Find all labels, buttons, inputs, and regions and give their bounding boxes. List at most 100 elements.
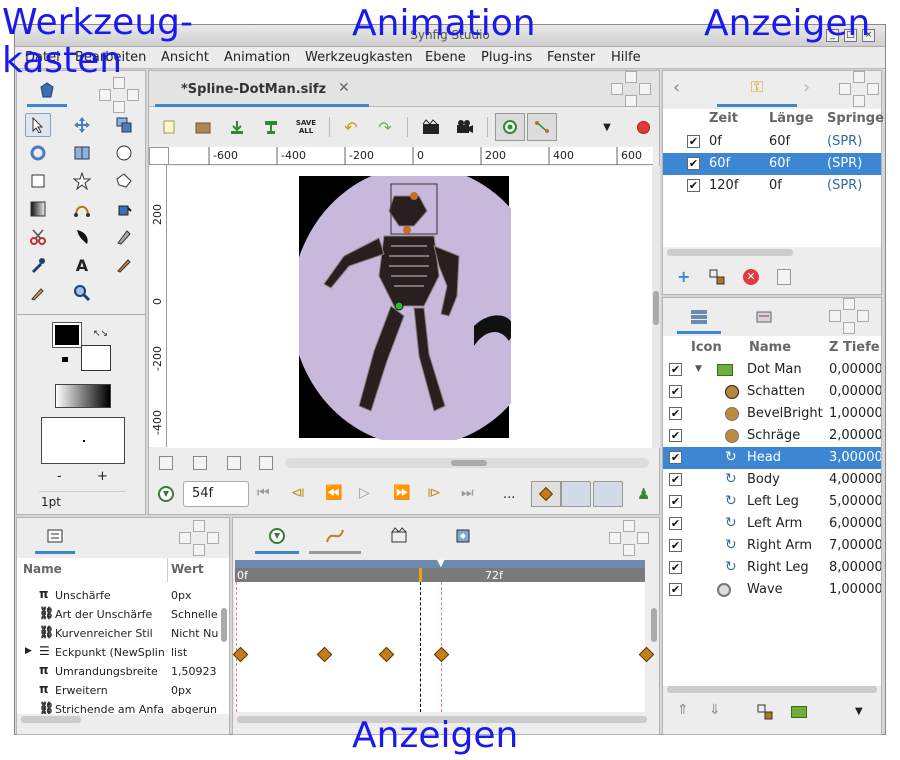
redo-icon[interactable]: ↷ <box>373 115 397 139</box>
next-keyframe-icon[interactable]: ⧐ <box>427 485 441 501</box>
save-icon[interactable] <box>225 115 249 139</box>
reset-colors-icon[interactable] <box>62 357 68 362</box>
zoom-out-icon[interactable] <box>159 456 173 470</box>
keyframe-active-checkbox[interactable]: ✔ <box>687 179 700 192</box>
circle-tool-icon[interactable] <box>111 141 137 165</box>
sketch-tool-icon[interactable] <box>111 225 137 249</box>
params-hscroll[interactable] <box>21 716 81 723</box>
layer-row[interactable]: ✔ ↻ Body 4,000000 <box>663 469 881 491</box>
record-animation-icon[interactable] <box>637 121 650 134</box>
brush-tool-icon[interactable] <box>111 253 137 277</box>
save-all-button[interactable]: SAVE ALL <box>293 115 319 139</box>
menu-werkzeugkasten[interactable]: Werkzeugkasten <box>305 50 413 65</box>
gradient-tool-icon[interactable] <box>25 197 51 221</box>
col-header-length[interactable]: Länge <box>769 111 813 126</box>
waypoint-marker[interactable] <box>378 646 395 663</box>
onion-skin-toggle-icon[interactable] <box>495 113 525 141</box>
param-row[interactable]: π Umrandungsbreite 1,50923 <box>17 662 229 681</box>
lower-layer-icon[interactable]: ⇓ <box>709 702 721 718</box>
text-tool-icon[interactable]: A <box>69 253 95 277</box>
seek-begin-icon[interactable]: ⏮ <box>257 485 270 501</box>
keyframe-row[interactable]: ✔ 0f 60f (SPR) <box>663 131 881 153</box>
star-tool-icon[interactable] <box>69 169 95 193</box>
param-value[interactable]: 0px <box>171 684 192 697</box>
rotate-tool-icon[interactable] <box>25 141 51 165</box>
add-keyframe-icon[interactable]: + <box>677 267 690 286</box>
animation-mode-figure-icon[interactable]: ♟ <box>637 485 650 503</box>
zoom-in-icon[interactable] <box>259 456 273 470</box>
toolbox-tab[interactable] <box>27 79 67 107</box>
layer-visibility-checkbox[interactable]: ✔ <box>669 539 682 552</box>
params-vscroll-thumb[interactable] <box>221 608 227 642</box>
param-row[interactable]: π Erweitern 0px <box>17 681 229 700</box>
canvas-vertical-scrollbar[interactable] <box>652 166 660 448</box>
layer-visibility-checkbox[interactable]: ✔ <box>669 407 682 420</box>
background-render-toggle-icon[interactable] <box>527 113 557 141</box>
zoom-fit-icon[interactable] <box>227 456 241 470</box>
layer-row[interactable]: ✔ Schräge 2,000000 <box>663 425 881 447</box>
col-header-time[interactable]: Zeit <box>709 111 738 126</box>
open-file-icon[interactable] <box>191 115 215 139</box>
transform-tool-icon[interactable] <box>25 113 51 137</box>
keyframes-tab-key-icon[interactable]: ⚿ <box>717 77 797 107</box>
layer-row[interactable]: ✔ ↻ Left Arm 6,000000 <box>663 513 881 535</box>
waypoint-marker[interactable] <box>316 646 333 663</box>
play-icon[interactable]: ▷ <box>359 485 370 501</box>
layer-visibility-checkbox[interactable]: ✔ <box>669 473 682 486</box>
duplicate-keyframe-icon[interactable] <box>709 269 725 285</box>
canvas-browser-tab-icon[interactable] <box>389 526 409 546</box>
keyframe-jump[interactable]: (SPR) <box>827 134 862 149</box>
past-keyframe-lock-icon[interactable] <box>561 481 591 507</box>
layer-name[interactable]: Right Arm <box>747 538 812 553</box>
layer-visibility-checkbox[interactable]: ✔ <box>669 451 682 464</box>
waypoint-marker[interactable] <box>638 646 655 663</box>
layer-name[interactable]: Schräge <box>747 428 800 443</box>
timetrack-area[interactable] <box>232 582 655 712</box>
param-value[interactable]: Nicht Nu <box>171 627 218 640</box>
col-header-icon[interactable]: Icon <box>691 340 722 355</box>
zoom-100-icon[interactable] <box>193 456 207 470</box>
canvas-horizontal-scrollbar[interactable] <box>285 458 649 468</box>
layer-visibility-checkbox[interactable]: ✔ <box>669 385 682 398</box>
layer-row[interactable]: ✔ BevelBright 1,000000 <box>663 403 881 425</box>
prev-frame-icon[interactable]: ⏪ <box>325 485 342 501</box>
eyedropper-tool-icon[interactable] <box>25 253 51 277</box>
param-value[interactable]: list <box>171 646 187 659</box>
undo-icon[interactable]: ↶ <box>339 115 363 139</box>
layer-name[interactable]: Dot Man <box>747 362 802 377</box>
keyframe-row[interactable]: ✔ 120f 0f (SPR) <box>663 175 881 197</box>
width-tool-icon[interactable] <box>25 281 51 305</box>
col-header-param-value[interactable]: Wert <box>171 562 204 576</box>
save-as-icon[interactable] <box>259 115 283 139</box>
layer-row[interactable]: ✔ Wave 1,000000 <box>663 579 881 601</box>
layers-dock-grip[interactable] <box>829 298 871 334</box>
expand-arrow-icon[interactable]: ▼ <box>695 364 702 374</box>
more-controls[interactable]: ... <box>503 487 515 502</box>
keyframe-jump[interactable]: (SPR) <box>827 156 862 171</box>
ruler-corner[interactable] <box>149 147 169 165</box>
waypoint-marker[interactable] <box>433 646 450 663</box>
layer-row[interactable]: ✔ ↻ Left Leg 5,000000 <box>663 491 881 513</box>
duplicate-layer-icon[interactable] <box>757 704 773 720</box>
raise-layer-icon[interactable]: ⇑ <box>677 702 689 718</box>
canvas-dock-grip[interactable] <box>611 71 653 107</box>
fill-color-swatch[interactable] <box>81 345 111 371</box>
layer-name[interactable]: Head <box>747 450 781 465</box>
param-value[interactable]: Schnelle <box>171 608 218 621</box>
layer-visibility-checkbox[interactable]: ✔ <box>669 363 682 376</box>
param-row[interactable]: ⛓ Art der Unschärfe Schnelle <box>17 605 229 624</box>
layer-name[interactable]: BevelBright <box>747 406 823 421</box>
param-row[interactable]: π Unschärfe 0px <box>17 586 229 605</box>
col-header-name[interactable]: Name <box>749 340 791 355</box>
layer-visibility-checkbox[interactable]: ✔ <box>669 583 682 596</box>
param-value[interactable]: 0px <box>171 589 192 602</box>
new-file-icon[interactable] <box>157 115 181 139</box>
layer-name[interactable]: Left Arm <box>747 516 802 531</box>
time-ruler[interactable]: ▼ 0f 72f <box>235 558 645 582</box>
menu-hilfe[interactable]: Hilfe <box>611 50 641 65</box>
scale-tool-icon[interactable] <box>111 113 137 137</box>
params-tab[interactable] <box>35 522 75 554</box>
rectangle-tool-icon[interactable] <box>25 169 51 193</box>
param-row[interactable]: ▶ ☰ Eckpunkt (NewSplin list <box>17 643 229 662</box>
timetrack-dock-grip[interactable] <box>609 520 651 556</box>
